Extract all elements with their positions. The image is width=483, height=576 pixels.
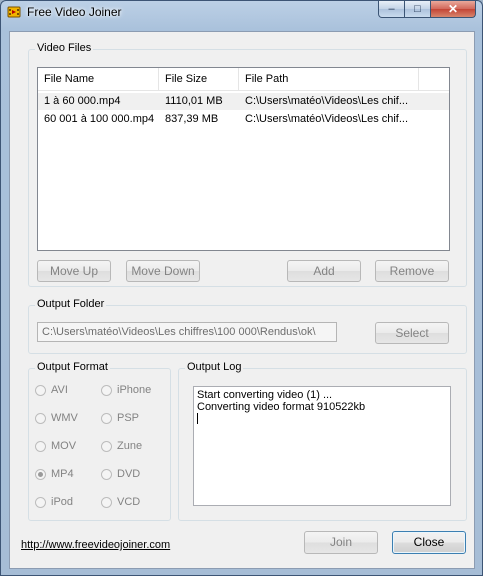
format-radio-wmv[interactable]: WMV [35,412,78,424]
radio-button[interactable] [35,496,46,508]
radio-label: AVI [51,384,68,396]
format-radio-psp[interactable]: PSP [101,412,139,424]
radio-button[interactable] [35,384,46,396]
output-folder-label: Output Folder [35,298,107,310]
radio-label: VCD [117,496,141,508]
radio-button[interactable] [101,440,112,452]
title-bar[interactable]: Free Video Joiner – □ ✕ [1,1,482,25]
move-down-button[interactable]: Move Down [126,260,200,282]
radio-button[interactable] [101,412,112,424]
row-file-size: 1110,01 MB [165,95,223,107]
output-log-label: Output Log [185,361,244,373]
row-file-path: C:\Users\matéo\Videos\Les chif... [245,95,409,107]
format-radio-iphone[interactable]: iPhone [101,384,151,396]
window-title: Free Video Joiner [27,5,122,19]
format-radio-mp4[interactable]: MP4 [35,468,74,480]
move-up-button[interactable]: Move Up [37,260,111,282]
add-button[interactable]: Add [287,260,361,282]
table-row[interactable]: 1 à 60 000.mp4 1110,01 MB C:\Users\matéo… [38,93,449,110]
radio-button[interactable] [101,496,112,508]
row-file-name: 1 à 60 000.mp4 [44,95,121,107]
radio-label: PSP [117,412,140,424]
radio-label: DVD [117,468,141,480]
minimize-button[interactable]: – [378,1,405,18]
radio-button[interactable] [35,440,46,452]
close-button[interactable]: Close [392,531,466,554]
radio-label: iPhone [117,384,152,396]
format-radio-vcd[interactable]: VCD [101,496,140,508]
join-button[interactable]: Join [304,531,378,554]
log-line: Start converting video (1) ... [197,389,333,401]
radio-label: WMV [51,412,78,424]
maximize-icon: □ [414,3,421,15]
list-header: File Name File Size File Path [38,68,449,91]
app-logo-icon [7,6,21,18]
video-files-list[interactable]: File Name File Size File Path 1 à 60 000… [37,67,450,251]
row-file-size: 837,39 MB [165,113,219,125]
close-window-button[interactable]: ✕ [431,1,476,18]
radio-label: Zune [117,440,143,452]
radio-button[interactable] [35,412,46,424]
column-file-path[interactable]: File Path [239,68,419,90]
format-radio-dvd[interactable]: DVD [101,468,140,480]
format-radio-avi[interactable]: AVI [35,384,68,396]
close-icon: ✕ [447,2,459,16]
table-row[interactable]: 60 001 à 100 000.mp4 837,39 MB C:\Users\… [38,111,449,128]
radio-label: MOV [51,440,77,452]
radio-button[interactable] [101,384,112,396]
radio-label: iPod [51,496,74,508]
radio-button[interactable] [101,468,112,480]
select-folder-button[interactable]: Select [375,322,449,344]
text-caret [197,413,198,424]
output-folder-path-field[interactable]: C:\Users\matéo\Videos\Les chiffres\100 0… [37,322,337,342]
output-log-textarea[interactable]: Start converting video (1) ... Convertin… [193,386,451,506]
maximize-button[interactable]: □ [405,1,431,18]
radio-button-selected[interactable] [35,468,46,480]
column-file-size[interactable]: File Size [159,68,239,90]
format-radio-zune[interactable]: Zune [101,440,142,452]
minimize-icon: – [388,3,395,15]
remove-button[interactable]: Remove [375,260,449,282]
log-line: Converting video format 910522kb [197,401,366,413]
format-radio-ipod[interactable]: iPod [35,496,73,508]
website-link[interactable]: http://www.freevideojoiner.com [21,539,170,551]
client-area: Video Files File Name File Size File Pat… [9,31,475,569]
app-window: Free Video Joiner – □ ✕ Video Files File… [0,0,483,576]
format-radio-mov[interactable]: MOV [35,440,76,452]
row-file-path: C:\Users\matéo\Videos\Les chif... [245,113,409,125]
caption-buttons: – □ ✕ [378,1,476,19]
video-files-label: Video Files [35,42,94,54]
column-file-name[interactable]: File Name [38,68,159,90]
row-file-name: 60 001 à 100 000.mp4 [44,113,155,125]
radio-label: MP4 [51,468,74,480]
output-format-label: Output Format [35,361,110,373]
